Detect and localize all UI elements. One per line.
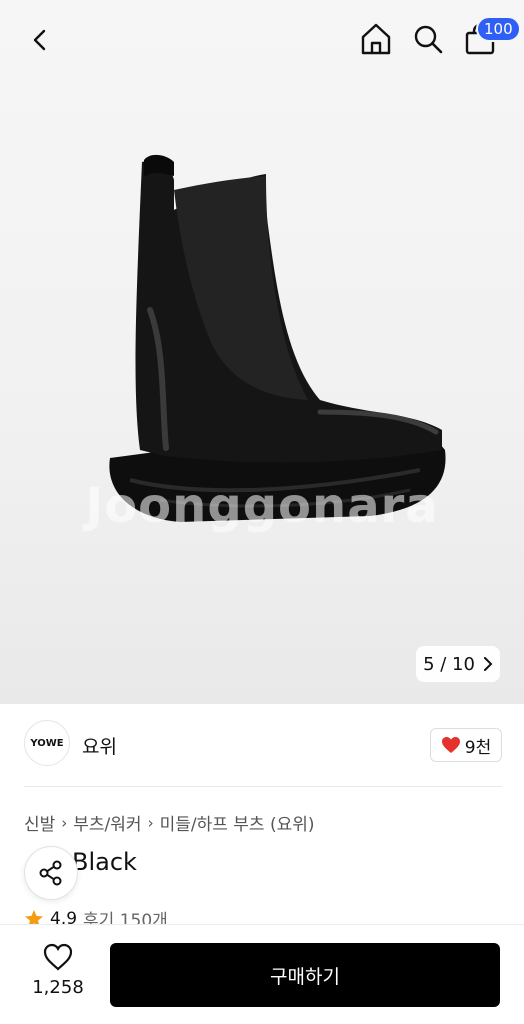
product-title-text: Black — [72, 848, 137, 876]
breadcrumb: 신발 › 부츠/워커 › 미들/하프 부츠 (요위) — [24, 810, 315, 836]
store-row[interactable]: YOWE 요위 9천 — [24, 720, 502, 770]
store-like-count: 9천 — [464, 737, 492, 758]
buy-button[interactable]: 구매하기 — [110, 943, 500, 1007]
home-icon — [361, 23, 391, 55]
chevron-right-icon: › — [61, 813, 68, 832]
store-logo-text: YOWE — [30, 737, 64, 749]
wishlist-button[interactable]: 1,258 — [20, 943, 96, 1007]
heart-filled-icon — [441, 737, 460, 753]
wishlist-count: 1,258 — [32, 977, 84, 998]
share-button[interactable] — [24, 846, 78, 900]
search-button[interactable] — [406, 17, 450, 61]
image-counter[interactable]: 5 / 10 — [416, 646, 500, 682]
breadcrumb-item[interactable]: 신발 — [24, 810, 55, 835]
image-counter-text: 5 / 10 — [423, 653, 475, 675]
store-logo[interactable]: YOWE — [24, 720, 70, 766]
home-button[interactable] — [354, 17, 398, 61]
chevron-right-icon: › — [147, 813, 154, 832]
watermark-text: Joonggonara — [85, 478, 439, 534]
chevron-left-icon — [33, 29, 46, 51]
share-icon — [39, 860, 62, 886]
cart-count-badge: 100 — [476, 16, 521, 42]
bottom-action-bar: 1,258 구매하기 — [0, 924, 524, 1024]
chevron-right-icon — [483, 657, 493, 671]
divider — [24, 786, 502, 787]
breadcrumb-item[interactable]: 부츠/워커 — [73, 810, 141, 835]
top-navigation-bar: 100 — [0, 0, 524, 78]
heart-outline-icon — [43, 943, 73, 971]
back-button[interactable] — [20, 20, 60, 60]
store-like-button[interactable]: 9천 — [430, 728, 502, 762]
breadcrumb-item[interactable]: 미들/하프 부츠 (요위) — [160, 810, 315, 835]
product-image-gallery[interactable]: 100 Joonggonara 5 / 10 — [0, 0, 524, 704]
search-icon — [414, 25, 443, 54]
store-name[interactable]: 요위 — [82, 732, 117, 759]
